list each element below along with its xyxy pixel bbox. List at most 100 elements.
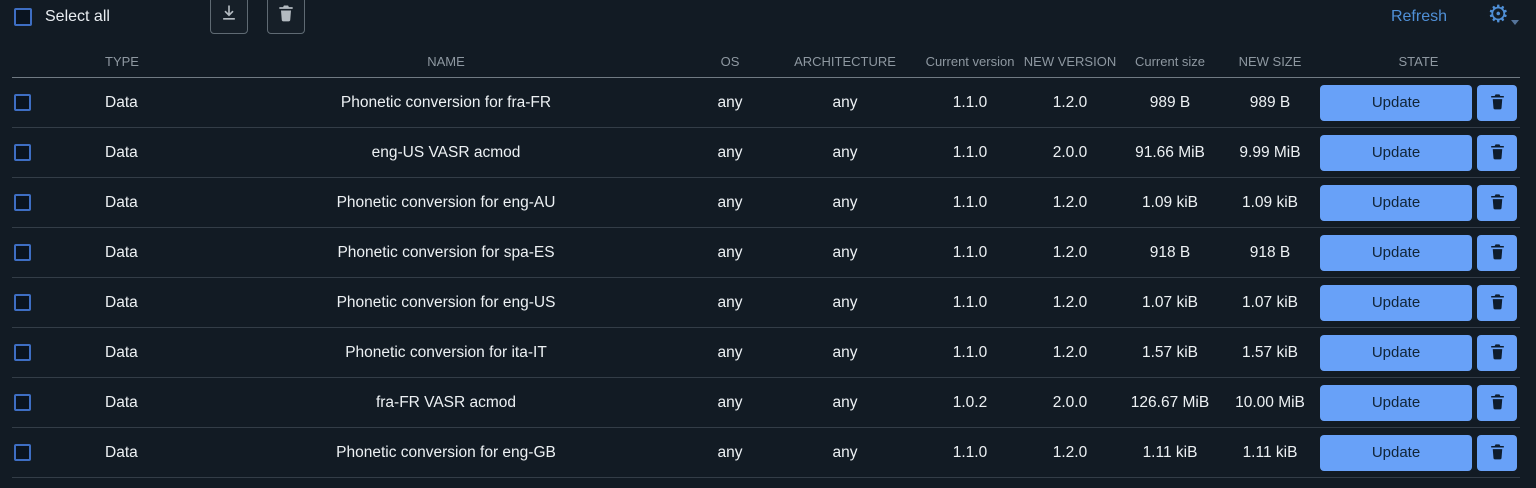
update-button[interactable]: Update	[1320, 435, 1472, 471]
row-delete-button[interactable]	[1477, 235, 1517, 271]
cell-current-size: 91.66 MiB	[1117, 144, 1223, 162]
cell-architecture: any	[773, 94, 917, 112]
packages-table: TYPE NAME OS ARCHITECTURE Current versio…	[12, 46, 1520, 478]
cell-os: any	[687, 144, 773, 162]
row-checkbox[interactable]	[14, 194, 31, 211]
cell-os: any	[687, 94, 773, 112]
row-checkbox-cell	[12, 394, 105, 411]
row-checkbox-cell	[12, 144, 105, 161]
trash-icon	[1488, 442, 1507, 464]
cell-architecture: any	[773, 194, 917, 212]
cell-new-size: 989 B	[1223, 94, 1317, 112]
row-checkbox[interactable]	[14, 394, 31, 411]
table-row: Data Phonetic conversion for spa-ES any …	[12, 228, 1520, 278]
cell-architecture: any	[773, 294, 917, 312]
cell-current-version: 1.1.0	[917, 444, 1023, 462]
cell-current-size: 126.67 MiB	[1117, 394, 1223, 412]
row-checkbox[interactable]	[14, 344, 31, 361]
table-row: Data Phonetic conversion for ita-IT any …	[12, 328, 1520, 378]
cell-os: any	[687, 194, 773, 212]
cell-name: Phonetic conversion for fra-FR	[205, 94, 687, 112]
update-button[interactable]: Update	[1320, 135, 1472, 171]
table-row: Data Phonetic conversion for eng-AU any …	[12, 178, 1520, 228]
row-checkbox[interactable]	[14, 94, 31, 111]
cell-new-version: 1.2.0	[1023, 94, 1117, 112]
row-delete-button[interactable]	[1477, 335, 1517, 371]
row-checkbox-cell	[12, 94, 105, 111]
row-checkbox[interactable]	[14, 444, 31, 461]
cell-type: Data	[105, 94, 205, 112]
toolbar: Select all Refresh ⚙	[0, 0, 1536, 46]
cell-current-version: 1.1.0	[917, 244, 1023, 262]
trash-icon	[1488, 142, 1507, 164]
cell-state: Update	[1317, 335, 1520, 371]
cell-new-size: 1.07 kiB	[1223, 294, 1317, 312]
trash-icon	[1488, 342, 1507, 364]
cell-current-size: 918 B	[1117, 244, 1223, 262]
row-checkbox[interactable]	[14, 144, 31, 161]
row-checkbox-cell	[12, 194, 105, 211]
cell-architecture: any	[773, 244, 917, 262]
row-checkbox-cell	[12, 244, 105, 261]
table-row: Data Phonetic conversion for eng-US any …	[12, 278, 1520, 328]
header-os: OS	[687, 54, 773, 69]
row-delete-button[interactable]	[1477, 285, 1517, 321]
download-icon	[219, 3, 239, 26]
cell-type: Data	[105, 194, 205, 212]
trash-icon	[276, 3, 296, 26]
header-new-version: NEW VERSION	[1023, 54, 1117, 69]
refresh-button[interactable]: Refresh	[1391, 8, 1447, 26]
trash-icon	[1488, 292, 1507, 314]
cell-new-version: 1.2.0	[1023, 444, 1117, 462]
cell-new-version: 1.2.0	[1023, 244, 1117, 262]
chevron-down-icon	[1511, 20, 1519, 25]
cell-new-size: 10.00 MiB	[1223, 394, 1317, 412]
download-button[interactable]	[210, 0, 248, 34]
cell-state: Update	[1317, 85, 1520, 121]
header-architecture: ARCHITECTURE	[773, 54, 917, 69]
delete-selected-button[interactable]	[267, 0, 305, 34]
cell-name: Phonetic conversion for eng-GB	[205, 444, 687, 462]
row-checkbox[interactable]	[14, 244, 31, 261]
update-button[interactable]: Update	[1320, 285, 1472, 321]
cell-name: eng-US VASR acmod	[205, 144, 687, 162]
cell-architecture: any	[773, 444, 917, 462]
update-button[interactable]: Update	[1320, 335, 1472, 371]
cell-type: Data	[105, 444, 205, 462]
trash-icon	[1488, 192, 1507, 214]
row-delete-button[interactable]	[1477, 435, 1517, 471]
settings-menu-button[interactable]: ⚙	[1487, 3, 1519, 27]
row-delete-button[interactable]	[1477, 85, 1517, 121]
table-row: Data Phonetic conversion for eng-GB any …	[12, 428, 1520, 478]
cell-os: any	[687, 444, 773, 462]
cell-type: Data	[105, 144, 205, 162]
table-row: Data fra-FR VASR acmod any any 1.0.2 2.0…	[12, 378, 1520, 428]
cell-current-size: 1.57 kiB	[1117, 344, 1223, 362]
cell-current-size: 1.09 kiB	[1117, 194, 1223, 212]
select-all-checkbox[interactable]	[14, 8, 32, 26]
update-button[interactable]: Update	[1320, 85, 1472, 121]
update-button[interactable]: Update	[1320, 235, 1472, 271]
header-current-size: Current size	[1117, 54, 1223, 69]
row-checkbox[interactable]	[14, 294, 31, 311]
trash-icon	[1488, 92, 1507, 114]
row-checkbox-cell	[12, 344, 105, 361]
cell-name: Phonetic conversion for spa-ES	[205, 244, 687, 262]
update-button[interactable]: Update	[1320, 185, 1472, 221]
header-name: NAME	[205, 54, 687, 69]
table-header-row: TYPE NAME OS ARCHITECTURE Current versio…	[12, 46, 1520, 78]
cell-new-size: 1.11 kiB	[1223, 444, 1317, 462]
cell-name: Phonetic conversion for eng-US	[205, 294, 687, 312]
header-current-version: Current version	[917, 54, 1023, 69]
row-delete-button[interactable]	[1477, 135, 1517, 171]
row-delete-button[interactable]	[1477, 185, 1517, 221]
cell-type: Data	[105, 244, 205, 262]
select-all-control: Select all	[14, 8, 110, 26]
row-delete-button[interactable]	[1477, 385, 1517, 421]
cell-current-version: 1.1.0	[917, 344, 1023, 362]
update-button[interactable]: Update	[1320, 385, 1472, 421]
cell-new-size: 1.09 kiB	[1223, 194, 1317, 212]
cell-new-version: 1.2.0	[1023, 294, 1117, 312]
cell-state: Update	[1317, 185, 1520, 221]
cell-current-size: 989 B	[1117, 94, 1223, 112]
